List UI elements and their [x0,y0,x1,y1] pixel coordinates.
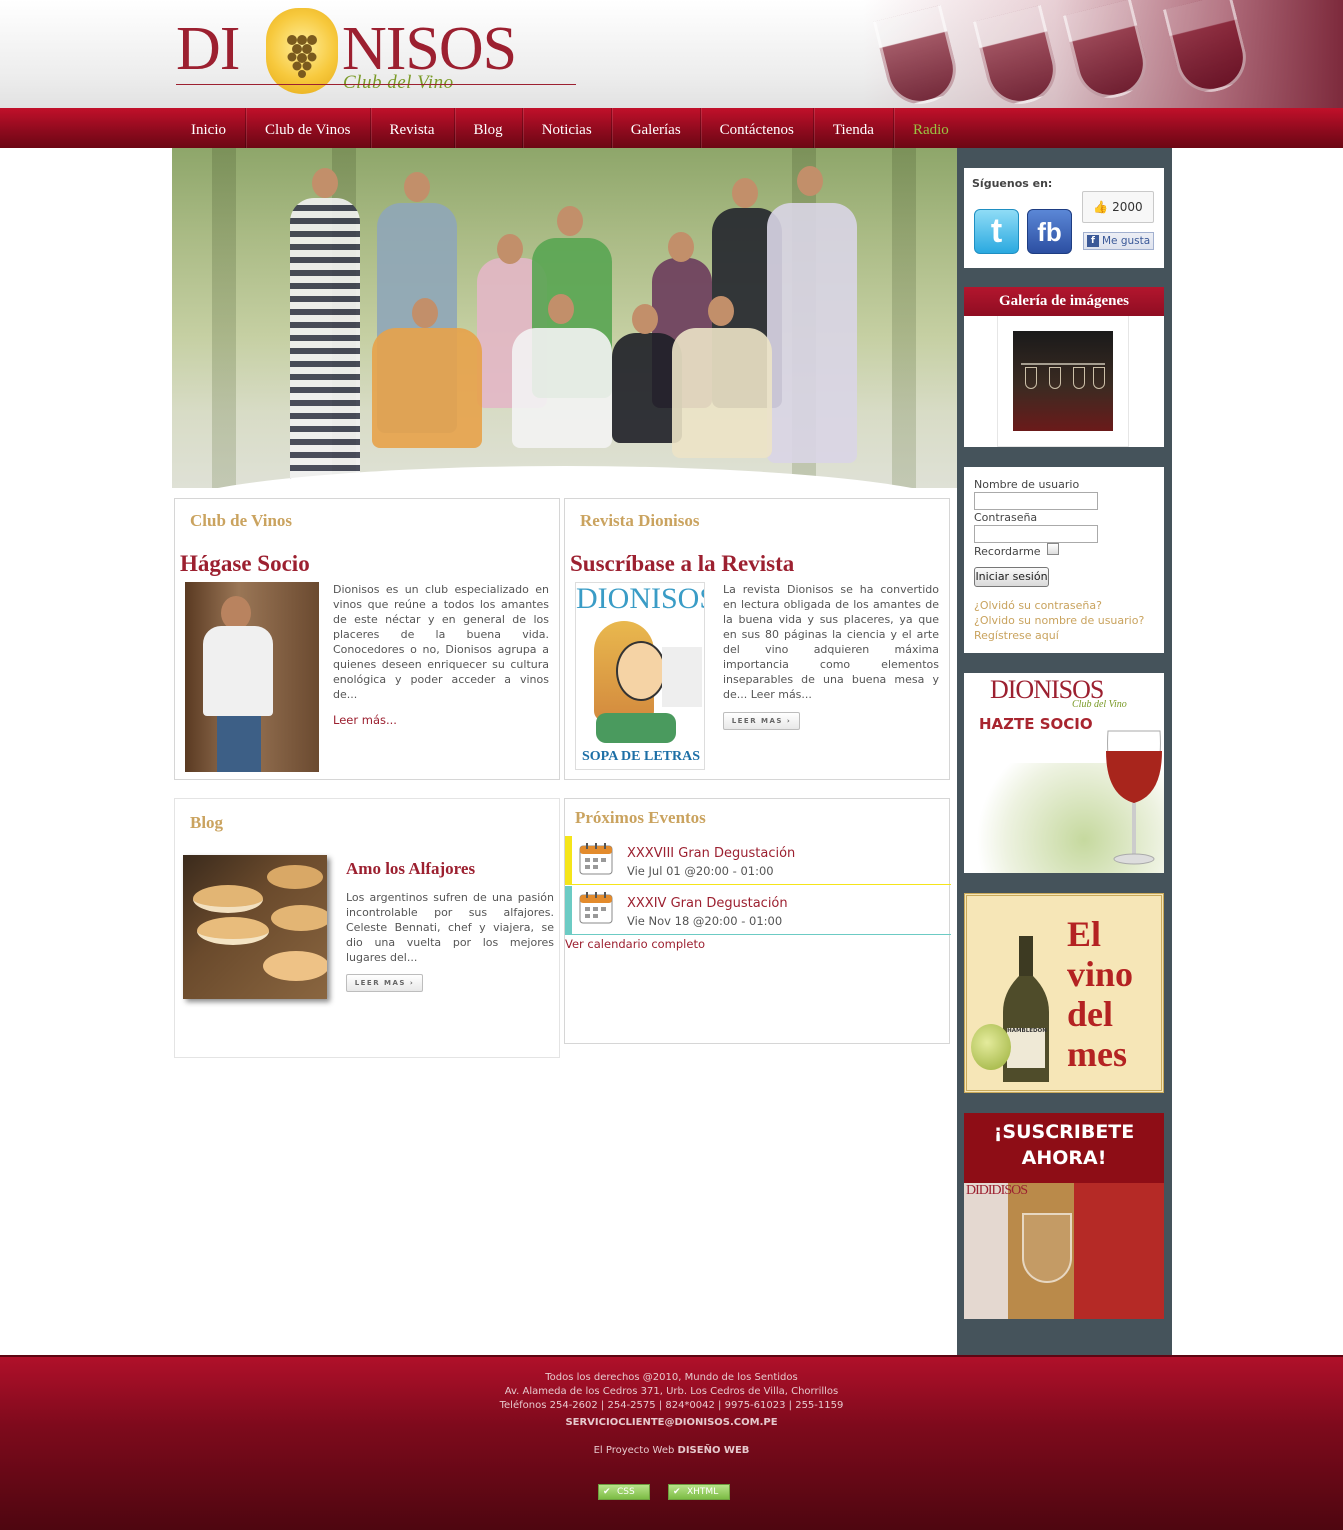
banner-text: HAZTE SOCIO [979,715,1093,733]
forgot-password-link[interactable]: ¿Olvidó su contraseña? [974,599,1102,612]
event-item[interactable]: XXXVIII Gran Degustación Vie Jul 01 @20:… [565,836,951,885]
section-title: Blog [190,813,224,832]
nav-item-contactenos[interactable]: Contáctenos [701,108,814,148]
password-label: Contraseña [974,511,1038,524]
magazine-cover[interactable]: DIONISOS SOPA DE LETRAS [575,582,705,770]
facebook-icon[interactable]: fb [1027,209,1072,254]
vino-del-mes-banner[interactable]: HAMBLEDON El vino del mes [964,893,1164,1093]
site-footer: Todos los derechos @2010, Mundo de los S… [0,1355,1343,1530]
nav-item-galerias[interactable]: Galerías [612,108,701,148]
nav-item-radio[interactable]: Radio [894,108,968,148]
site-logo[interactable]: DI NISOS Club del Vino [176,8,576,100]
footer-project: El Proyecto Web DISEÑO WEB [593,1445,750,1456]
nav-item-revista[interactable]: Revista [371,108,455,148]
logo-underline [176,84,576,85]
event-title[interactable]: XXXIV Gran Degustación [627,896,788,911]
revista-leer-mas-button[interactable]: LEER MAS › [723,712,800,730]
nav-item-blog[interactable]: Blog [455,108,523,148]
banner-tagline: Club del Vino [1072,699,1127,710]
section-title: Club de Vinos [190,511,293,530]
event-date: Vie Nov 18 @20:00 - 01:00 [627,914,783,928]
username-label: Nombre de usuario [974,478,1080,491]
club-de-vinos-box: Club de Vinos Hágase Socio Dionisos es u… [174,498,560,780]
revista-box: Revista Dionisos Suscríbase a la Revista… [564,498,950,780]
thumbs-up-icon: 👍 [1093,200,1109,214]
social-box: Síguenos en: t fb 👍 2000 f Me gusta [964,168,1164,268]
logo-text-left: DI [176,15,240,83]
social-label: Síguenos en: [972,177,1053,190]
footer-copyright: Todos los derechos @2010, Mundo de los S… [545,1372,798,1383]
blog-box: Blog Amo los Alfajores Los argentinos su… [174,798,560,1058]
nav-item-inicio[interactable]: Inicio [172,108,246,148]
event-title[interactable]: XXXVIII Gran Degustación [627,846,795,861]
login-form: Nombre de usuario Contraseña Recordarme … [964,467,1164,653]
nav-item-club-de-vinos[interactable]: Club de Vinos [246,108,371,148]
css-valid-badge[interactable]: ✔ CSS [598,1484,650,1500]
gallery-title: Galería de imágenes [964,287,1164,316]
username-input[interactable] [974,492,1098,510]
wine-glass-icon [1106,730,1162,865]
socio-photo [185,582,319,772]
alfajores-photo[interactable] [183,855,327,999]
hero-banner-photo [172,148,958,488]
cover-title: DIONISOS [576,582,705,615]
wine-glass-icon [972,4,1064,112]
check-icon: ✔ [673,1487,681,1497]
footer-design-link[interactable]: DISEÑO WEB [678,1445,750,1456]
revista-headline[interactable]: Suscríbase a la Revista [570,551,794,577]
main-nav: Inicio Club de Vinos Revista Blog Notici… [0,108,1343,148]
wine-glass-icon [1062,0,1154,106]
logo-tagline: Club del Vino [343,72,454,93]
blog-post-excerpt: Los argentinos sufren de una pasión inco… [346,891,554,964]
section-title: Revista Dionisos [580,511,700,530]
remember-label: Recordarme [974,545,1041,558]
login-submit-button[interactable]: Iniciar sesión [974,567,1049,587]
grape-medallion-icon [266,8,338,94]
xhtml-valid-badge[interactable]: ✔ XHTML [668,1484,730,1500]
calendar-icon [579,843,613,875]
register-link[interactable]: Regístrese aquí [974,629,1059,642]
forgot-username-link[interactable]: ¿Olvido su nombre de usuario? [974,614,1144,627]
bottle-label: HAMBLEDON [1007,1028,1047,1034]
wine-glass-icon [1162,0,1254,100]
eventos-box: Próximos Eventos XXXVIII Gran Degustació… [564,798,951,1044]
wine-glass-icon [872,4,964,112]
gallery-box: Galería de imágenes [964,287,1164,447]
calendar-icon [579,892,613,924]
magazine-covers-image: DIDIDISOS [964,1183,1164,1319]
check-icon: ✔ [603,1487,611,1497]
nav-item-tienda[interactable]: Tienda [814,108,894,148]
twitter-icon[interactable]: t [974,209,1019,254]
grapes-icon [287,35,317,78]
club-headline[interactable]: Hágase Socio [180,551,310,577]
event-date: Vie Jul 01 @20:00 - 01:00 [627,864,774,878]
remember-checkbox[interactable] [1047,543,1059,555]
vino-del-mes-title: El vino del mes [1067,914,1134,1074]
section-title: Próximos Eventos [575,808,706,827]
calendar-link[interactable]: Ver calendario completo [565,937,705,951]
gallery-thumbnail[interactable] [1013,331,1113,431]
club-read-more-link[interactable]: Leer más... [333,713,397,727]
password-input[interactable] [974,525,1098,543]
suscribete-text: ¡SUSCRIBETE AHORA! [993,1121,1135,1169]
footer-email-link[interactable]: SERVICIOCLIENTE@DIONISOS.COM.PE [0,1417,1343,1428]
cover-subtitle: SOPA DE LETRAS [582,749,700,764]
club-description: Dionisos es un club especializado en vin… [333,583,549,701]
suscribete-banner[interactable]: ¡SUSCRIBETE AHORA! DIDIDISOS [964,1113,1164,1319]
hazte-socio-banner[interactable]: DIONISOS Club del Vino HAZTE SOCIO [964,673,1164,873]
footer-address: Av. Alameda de los Cedros 371, Urb. Los … [504,1386,839,1397]
nav-item-noticias[interactable]: Noticias [523,108,612,148]
blog-post-title[interactable]: Amo los Alfajores [346,859,475,879]
sidebar: Síguenos en: t fb 👍 2000 f Me gusta Gale… [957,148,1172,1356]
site-header: DI NISOS Club del Vino [0,0,1343,112]
event-item[interactable]: XXXIV Gran Degustación Vie Nov 18 @20:00… [565,886,951,935]
like-count-bubble: 👍 2000 [1082,191,1154,223]
like-button[interactable]: f Me gusta [1083,232,1154,250]
footer-phones: Teléfonos 254-2602 | 254-2575 | 824*0042… [499,1400,844,1411]
blog-leer-mas-button[interactable]: LEER MAS › [346,974,423,992]
facebook-small-icon: f [1087,235,1099,247]
revista-description: La revista Dionisos se ha convertido en … [723,583,939,701]
wine-glasses-banner [863,0,1343,112]
wine-bottle-icon [1003,936,1049,1082]
